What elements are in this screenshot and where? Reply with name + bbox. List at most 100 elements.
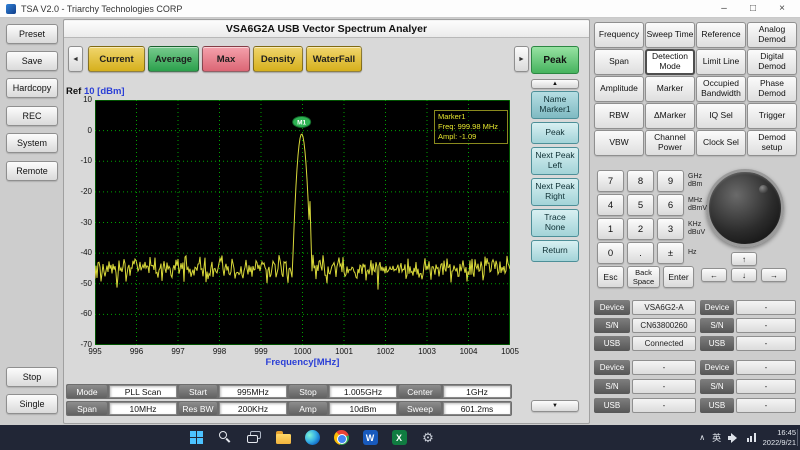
softkey-amplitude[interactable]: Amplitude: [594, 76, 644, 102]
softkey-frequency[interactable]: Frequency: [594, 22, 644, 48]
menu-item-next-peak-right[interactable]: Next PeakRight: [531, 178, 579, 206]
sidebar-button-hardcopy[interactable]: Hardcopy: [6, 78, 58, 98]
tray-time: 16:45: [763, 428, 796, 438]
key-3[interactable]: 3: [657, 218, 684, 240]
task-view-icon[interactable]: [243, 427, 265, 449]
y-tick-label-20: -20: [66, 187, 92, 196]
nav-up-button[interactable]: ↑: [731, 252, 757, 266]
softkey-sweep-time[interactable]: Sweep Time: [645, 22, 695, 48]
softkey-reference[interactable]: Reference: [696, 22, 746, 48]
key-esc[interactable]: Esc: [597, 266, 624, 288]
trace-scroll-right-button[interactable]: ►: [514, 46, 529, 72]
peak-menu-header[interactable]: Peak: [531, 46, 579, 74]
trace-scroll-left-button[interactable]: ◄: [68, 46, 83, 72]
key-0[interactable]: 0: [597, 242, 624, 264]
softkey-channel-power[interactable]: ChannelPower: [645, 130, 695, 156]
clock[interactable]: 16:45 2022/9/21: [763, 428, 796, 448]
key-dot[interactable]: .: [627, 242, 654, 264]
edge-icon[interactable]: [301, 427, 323, 449]
softkey-phase-demod[interactable]: PhaseDemod: [747, 76, 797, 102]
excel-icon[interactable]: X: [388, 427, 410, 449]
search-icon[interactable]: [214, 427, 236, 449]
softkey-detection-mode[interactable]: DetectionMode: [645, 49, 695, 75]
device-field-label-s-n-1-1: S/N: [594, 379, 630, 394]
network-icon[interactable]: [745, 433, 756, 442]
x-tick-label-1003: 1003: [412, 347, 442, 356]
softkey-vbw[interactable]: VBW: [594, 130, 644, 156]
menu-item-return[interactable]: Return: [531, 240, 579, 262]
unit-key-mhz[interactable]: MHzdBmV: [688, 194, 710, 216]
trace-tab-waterfall[interactable]: WaterFall: [306, 46, 362, 72]
sidebar-button-save[interactable]: Save: [6, 51, 58, 71]
softkey-marker[interactable]: Marker: [645, 76, 695, 102]
marker-flag-label: M1: [297, 119, 306, 126]
key-plus-minus[interactable]: ±: [657, 242, 684, 264]
close-button[interactable]: ×: [770, 1, 794, 17]
sidebar-button-system[interactable]: System: [6, 133, 58, 153]
softkey-digital-demod[interactable]: DigitalDemod: [747, 49, 797, 75]
trace-tab-density[interactable]: Density: [253, 46, 303, 72]
sidebar-button-remote[interactable]: Remote: [6, 161, 58, 181]
device-field-label-device-0-0: Device: [594, 300, 630, 315]
key-9[interactable]: 9: [657, 170, 684, 192]
softkey-analog-demod[interactable]: AnalogDemod: [747, 22, 797, 48]
minimize-button[interactable]: –: [712, 1, 736, 17]
key-8[interactable]: 8: [627, 170, 654, 192]
word-icon[interactable]: W: [359, 427, 381, 449]
key-6[interactable]: 6: [657, 194, 684, 216]
menu-scroll-up-button[interactable]: ▲: [531, 79, 579, 89]
softkey-demod-setup[interactable]: Demodsetup: [747, 130, 797, 156]
sidebar-button-preset[interactable]: Preset: [6, 24, 58, 44]
key-4[interactable]: 4: [597, 194, 624, 216]
softkey-clock-sel[interactable]: Clock Sel: [696, 130, 746, 156]
softkey-trigger[interactable]: Trigger: [747, 103, 797, 129]
sidebar-button-rec[interactable]: REC: [6, 106, 58, 126]
device-field-value--0-2: -: [736, 336, 796, 351]
device-field-label-device-1-0: Device: [594, 360, 630, 375]
start-icon[interactable]: [185, 427, 207, 449]
softkey-iq-sel[interactable]: IQ Sel: [696, 103, 746, 129]
key-back-space[interactable]: BackSpace: [627, 266, 660, 288]
tray-expand-icon[interactable]: ∧: [699, 433, 705, 442]
menu-item-trace-none[interactable]: TraceNone: [531, 209, 579, 237]
softkey-rbw[interactable]: RBW: [594, 103, 644, 129]
menu-scroll-down-button[interactable]: ▼: [531, 400, 579, 412]
nav-right-button[interactable]: →: [761, 268, 787, 282]
menu-item-peak[interactable]: Peak: [531, 122, 579, 144]
rotary-knob[interactable]: [706, 169, 784, 247]
volume-icon[interactable]: [728, 433, 738, 443]
key-enter[interactable]: Enter: [663, 266, 694, 288]
spectrum-trace: [95, 134, 510, 290]
ime-indicator[interactable]: 英: [712, 431, 721, 444]
marker-readout-name: Marker1: [438, 112, 504, 122]
softkey-marker[interactable]: ΔMarker: [645, 103, 695, 129]
nav-down-button[interactable]: ↓: [731, 268, 757, 282]
device-field-label-usb-1-2: USB: [700, 398, 734, 413]
file-explorer-icon[interactable]: [272, 427, 294, 449]
menu-item-name-marker1[interactable]: NameMarker1: [531, 91, 579, 119]
settings-icon[interactable]: ⚙: [417, 427, 439, 449]
chrome-icon[interactable]: [330, 427, 352, 449]
maximize-button[interactable]: □: [741, 1, 765, 17]
softkey-limit-line[interactable]: Limit Line: [696, 49, 746, 75]
status-value-stop: 1.005GHz: [329, 385, 397, 398]
x-tick-label-1001: 1001: [329, 347, 359, 356]
sidebar-button-single[interactable]: Single: [6, 394, 58, 414]
key-1[interactable]: 1: [597, 218, 624, 240]
trace-tab-max[interactable]: Max: [202, 46, 250, 72]
trace-tab-average[interactable]: Average: [148, 46, 199, 72]
unit-key-hz[interactable]: Hz: [688, 242, 710, 264]
key-5[interactable]: 5: [627, 194, 654, 216]
sidebar-button-stop[interactable]: Stop: [6, 367, 58, 387]
y-tick-label-10: 10: [66, 95, 92, 104]
trace-tab-current[interactable]: Current: [88, 46, 145, 72]
softkey-span[interactable]: Span: [594, 49, 644, 75]
unit-key-ghz[interactable]: GHzdBm: [688, 170, 710, 192]
key-2[interactable]: 2: [627, 218, 654, 240]
softkey-occupied-bandwidth[interactable]: OccupiedBandwidth: [696, 76, 746, 102]
unit-key-khz[interactable]: KHzdBuV: [688, 218, 710, 240]
status-value-span: 10MHz: [109, 402, 177, 415]
menu-item-next-peak-left[interactable]: Next PeakLeft: [531, 147, 579, 175]
key-7[interactable]: 7: [597, 170, 624, 192]
nav-left-button[interactable]: ←: [701, 268, 727, 282]
